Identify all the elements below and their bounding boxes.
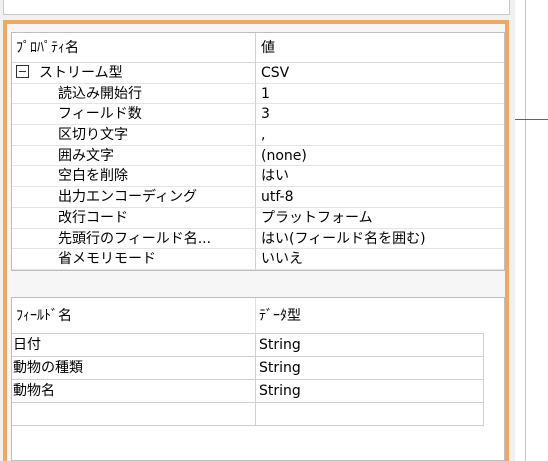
table-row[interactable]: 日付 String <box>12 334 504 357</box>
field-name-header[interactable]: ﾌｨｰﾙﾄﾞ名 <box>12 298 256 334</box>
property-name: フィールド数 <box>12 104 256 126</box>
property-row-quote-char[interactable]: 囲み文字 (none) <box>12 145 504 167</box>
data-type-cell[interactable]: String <box>256 380 484 403</box>
property-name: 省メモリモード <box>12 249 256 270</box>
connector-line <box>515 119 548 120</box>
property-row-delimiter[interactable]: 区切り文字 , <box>12 125 504 146</box>
table-row-empty[interactable] <box>12 403 504 426</box>
property-value[interactable]: はい(フィールド名を囲む) <box>256 229 504 250</box>
field-grid-header: ﾌｨｰﾙﾄﾞ名 ﾃﾞｰﾀ型 <box>12 298 504 334</box>
field-name-cell[interactable]: 動物の種類 <box>12 357 256 380</box>
property-value[interactable]: (none) <box>256 146 504 167</box>
property-value[interactable]: はい <box>256 166 504 188</box>
field-name-cell[interactable]: 日付 <box>12 334 256 357</box>
field-name-cell[interactable] <box>12 403 256 426</box>
property-grid: ﾌﾟﾛﾊﾟﾃｨ名 値 ストリーム型 CSV 読込み開始行 1 フィールド数 3 … <box>11 32 505 271</box>
property-name: 囲み文字 <box>12 145 256 167</box>
divider-line <box>525 0 526 461</box>
property-row-stream-type[interactable]: ストリーム型 CSV <box>12 63 504 84</box>
top-strip <box>0 0 515 20</box>
property-row-low-memory[interactable]: 省メモリモード いいえ <box>12 249 504 270</box>
table-row[interactable]: 動物の種類 String <box>12 357 504 380</box>
property-name: ストリーム型 <box>39 65 123 81</box>
data-type-cell[interactable] <box>256 403 484 426</box>
property-name: 区切り文字 <box>12 125 256 146</box>
property-name-header: ﾌﾟﾛﾊﾟﾃｨ名 <box>12 33 256 63</box>
properties-panel: ﾌﾟﾛﾊﾟﾃｨ名 値 ストリーム型 CSV 読込み開始行 1 フィールド数 3 … <box>3 20 509 461</box>
property-name: 改行コード <box>12 207 256 229</box>
table-row[interactable]: 動物名 String <box>12 380 504 403</box>
property-grid-header: ﾌﾟﾛﾊﾟﾃｨ名 値 <box>12 33 504 63</box>
property-value[interactable]: CSV <box>256 63 504 84</box>
field-grid: ﾌｨｰﾙﾄﾞ名 ﾃﾞｰﾀ型 日付 String 動物の種類 String 動物名… <box>11 297 505 461</box>
property-name: 空白を削除 <box>12 166 256 188</box>
data-type-cell[interactable]: String <box>256 334 484 357</box>
top-panel-edge <box>3 0 510 15</box>
right-gutter <box>515 0 548 461</box>
property-value[interactable]: utf-8 <box>256 187 504 208</box>
field-name-cell[interactable]: 動物名 <box>12 380 256 403</box>
property-value[interactable]: いいえ <box>256 249 504 270</box>
collapse-icon[interactable] <box>16 65 29 78</box>
property-name: 読込み開始行 <box>12 83 256 105</box>
property-row-line-ending[interactable]: 改行コード プラットフォーム <box>12 207 504 229</box>
property-row-header-fields[interactable]: 先頭行のフィールド名... はい(フィールド名を囲む) <box>12 228 504 250</box>
property-row-field-count[interactable]: フィールド数 3 <box>12 104 504 126</box>
property-value-header: 値 <box>256 33 504 63</box>
property-name: 先頭行のフィールド名... <box>12 228 256 250</box>
property-value[interactable]: 1 <box>256 84 504 105</box>
property-value[interactable]: 3 <box>256 104 504 126</box>
property-row-start-line[interactable]: 読込み開始行 1 <box>12 83 504 105</box>
property-name: 出力エンコーディング <box>12 187 256 208</box>
property-row-output-encoding[interactable]: 出力エンコーディング utf-8 <box>12 187 504 208</box>
data-type-header[interactable]: ﾃﾞｰﾀ型 <box>256 298 484 334</box>
property-row-trim-spaces[interactable]: 空白を削除 はい <box>12 166 504 188</box>
property-value[interactable]: プラットフォーム <box>256 208 504 229</box>
property-value[interactable]: , <box>256 125 504 146</box>
data-type-cell[interactable]: String <box>256 357 484 380</box>
